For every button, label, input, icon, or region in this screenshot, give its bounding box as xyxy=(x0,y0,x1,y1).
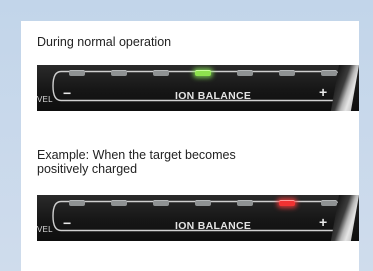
ion-balance-panel-normal: VEL − ION BALANCE + xyxy=(37,65,359,111)
caption-positively-charged: Example: When the target becomes positiv… xyxy=(37,148,236,176)
indicator-led xyxy=(153,70,169,76)
ion-balance-label: ION BALANCE xyxy=(175,90,252,102)
indicator-led xyxy=(321,70,337,76)
plus-sign: + xyxy=(319,214,328,230)
indicator-led xyxy=(111,70,127,76)
indicator-led xyxy=(111,200,127,206)
ion-balance-label: ION BALANCE xyxy=(175,220,252,232)
indicator-led xyxy=(279,70,295,76)
indicator-led xyxy=(195,200,211,206)
content-card: During normal operation VEL − ION BALANC… xyxy=(21,21,359,271)
indicator-led xyxy=(237,200,253,206)
minus-sign: − xyxy=(63,85,72,101)
plus-sign: + xyxy=(319,84,328,100)
caption-normal-operation: During normal operation xyxy=(37,35,172,49)
indicator-led xyxy=(237,70,253,76)
indicator-led xyxy=(69,200,85,206)
indicator-led xyxy=(153,200,169,206)
minus-sign: − xyxy=(63,215,72,231)
indicator-led-lit xyxy=(279,200,295,206)
indicator-led-lit xyxy=(195,70,211,76)
indicator-led xyxy=(321,200,337,206)
ion-balance-panel-positive: VEL − ION BALANCE + xyxy=(37,195,359,241)
indicator-led xyxy=(69,70,85,76)
